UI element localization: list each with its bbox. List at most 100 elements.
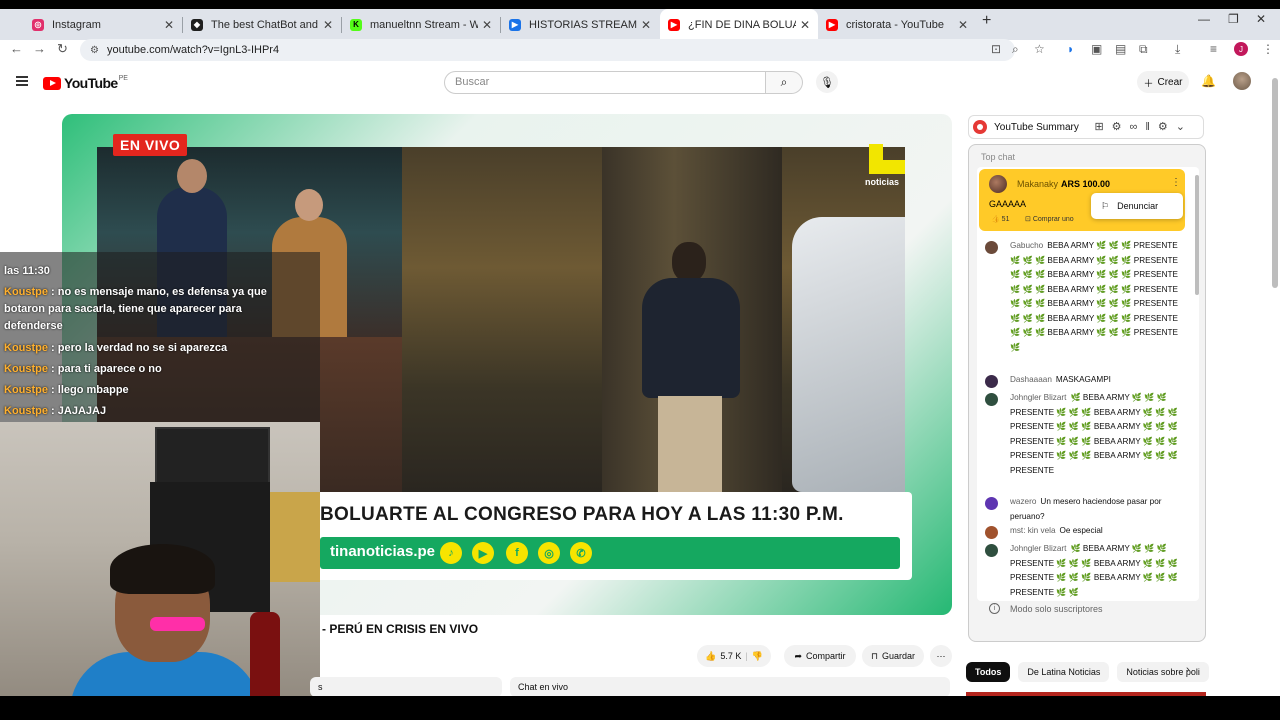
summary-tools[interactable]: ⊞⚙∞‖⚙⌄ bbox=[1094, 120, 1193, 133]
tab-historias[interactable]: ▶ HISTORIAS STREAM - Tu histor ✕ bbox=[501, 12, 659, 37]
close-tab-icon[interactable]: ✕ bbox=[164, 18, 174, 32]
search-input[interactable]: Buscar bbox=[444, 71, 766, 94]
report-label: Denunciar bbox=[1117, 201, 1159, 211]
tab-instagram[interactable]: ◎ Instagram ✕ bbox=[24, 12, 182, 37]
menu-kebab-icon[interactable]: ⋮ bbox=[1262, 42, 1274, 56]
menu-hamburger-icon[interactable] bbox=[16, 76, 28, 86]
download-icon[interactable]: ⤓ bbox=[1175, 42, 1180, 57]
thumbs-down-icon[interactable]: 👎 bbox=[752, 651, 763, 662]
chevron-right-icon[interactable]: › bbox=[1186, 664, 1190, 676]
avatar bbox=[985, 375, 998, 388]
more-actions-button[interactable]: ⋯ bbox=[930, 645, 952, 667]
live-chat-tab-label: Chat en vivo bbox=[518, 682, 569, 692]
summary-logo-icon bbox=[973, 120, 987, 134]
search-button[interactable]: ⌕ bbox=[766, 71, 803, 94]
chip-latina[interactable]: De Latina Noticias bbox=[1018, 662, 1110, 682]
close-window-icon[interactable]: ✕ bbox=[1256, 12, 1266, 26]
chip-todos[interactable]: Todos bbox=[966, 662, 1011, 682]
reload-icon[interactable]: ↻ bbox=[57, 41, 68, 57]
close-tab-icon[interactable]: ✕ bbox=[482, 18, 492, 32]
zoom-icon[interactable]: ⌕ bbox=[1012, 42, 1019, 57]
avatar bbox=[985, 241, 998, 254]
chat-message-list[interactable]: Makanaky ARS 100.00 GAAAAA 👍 51 ⊡ Compra… bbox=[977, 167, 1199, 601]
chat-text: BEBA ARMY 🌿 🌿 🌿 PRESENTE 🌿 🌿 🌿 BEBA ARMY… bbox=[1010, 241, 1178, 352]
headline-text: BOLUARTE AL CONGRESO PARA HOY A LAS 11:3… bbox=[320, 504, 844, 525]
site-text: tinanoticias.pe bbox=[330, 543, 436, 560]
description-tab[interactable]: s bbox=[310, 677, 502, 697]
tab-kick[interactable]: K manueltnn Stream - Watch Live ✕ bbox=[342, 12, 500, 37]
save-button[interactable]: ⊓ Guardar bbox=[862, 645, 924, 667]
notifications-bell-icon[interactable]: 🔔 bbox=[1201, 74, 1216, 88]
buy-button[interactable]: ⊡ Comprar uno bbox=[1025, 215, 1074, 223]
restore-icon[interactable]: ❐ bbox=[1228, 12, 1239, 26]
chat-author: mst: kin vela bbox=[1010, 526, 1056, 535]
report-menu-item[interactable]: ⚐ Denunciar bbox=[1091, 193, 1183, 219]
chat-message[interactable]: Gabucho BEBA ARMY 🌿 🌿 🌿 PRESENTE 🌿 🌿 🌿 BE… bbox=[985, 239, 1181, 355]
tab-chatbot[interactable]: ◆ The best ChatBot and Widgets ✕ bbox=[183, 12, 341, 37]
bookmark-icon: ⊓ bbox=[870, 650, 878, 661]
forward-icon[interactable]: → bbox=[33, 41, 46, 56]
back-icon[interactable]: ← bbox=[10, 41, 23, 56]
live-chat-tab[interactable]: Chat en vivo bbox=[510, 677, 950, 697]
share-button[interactable]: ➦ Compartir bbox=[784, 645, 856, 667]
extensions-puzzle-icon[interactable]: ⧉ bbox=[1139, 42, 1148, 57]
chat-message[interactable]: Johngler Blizart 🌿 BEBA ARMY 🌿 🌿 🌿 PRESEN… bbox=[985, 542, 1181, 600]
site-info-icon[interactable]: ⚙ bbox=[90, 45, 99, 56]
close-tab-icon[interactable]: ✕ bbox=[800, 18, 810, 32]
chat-message[interactable]: Johngler Blizart 🌿 BEBA ARMY 🌿 🌿 🌿 PRESEN… bbox=[985, 391, 1181, 478]
bookmark-star-icon[interactable]: ☆ bbox=[1034, 42, 1045, 56]
close-tab-icon[interactable]: ✕ bbox=[323, 18, 333, 32]
profile-avatar[interactable]: J bbox=[1234, 42, 1248, 56]
close-tab-icon[interactable]: ✕ bbox=[641, 18, 651, 32]
chat-author: Johngler Blizart bbox=[1010, 393, 1067, 402]
minimize-icon[interactable]: — bbox=[1198, 12, 1210, 26]
extension-icon[interactable]: ▤ bbox=[1115, 42, 1126, 56]
more-vertical-icon[interactable]: ⋮ bbox=[1171, 177, 1181, 188]
create-button[interactable]: ＋ Crear bbox=[1137, 71, 1189, 93]
chat-message[interactable]: Dashaaaan MASKAGAMPI bbox=[985, 373, 1181, 388]
subscriber-mode-text: Modo solo suscriptores bbox=[1010, 603, 1103, 614]
chat-message[interactable]: mst: kin vela Oe especial bbox=[985, 524, 1181, 539]
description-tab-label: s bbox=[318, 682, 323, 692]
new-tab-button[interactable]: + bbox=[982, 12, 991, 30]
social-strip: tinanoticias.pe ♪ ▶ f ◎ ✆ bbox=[320, 537, 900, 569]
like-dislike-group[interactable]: 👍 5.7 K | 👎 bbox=[697, 645, 771, 667]
meet-icon: ▶ bbox=[509, 18, 521, 31]
save-label: Guardar bbox=[882, 651, 916, 661]
overlay-chat-line: Koustpe : JAJAJAJ bbox=[4, 405, 107, 417]
youtube-summary-panel[interactable]: YouTube Summary ⊞⚙∞‖⚙⌄ bbox=[968, 115, 1204, 139]
facebook-icon: f bbox=[506, 542, 528, 564]
chat-message[interactable]: wazero Un mesero haciendose pasar por per… bbox=[985, 495, 1181, 524]
account-avatar[interactable] bbox=[1233, 72, 1251, 90]
stream-overlay-chat: las 11:30 Koustpe : no es mensaje mano, … bbox=[0, 252, 320, 422]
install-icon[interactable]: ⊡ bbox=[991, 42, 1001, 56]
tiktok-icon: ♪ bbox=[440, 542, 462, 564]
page-scrollbar[interactable] bbox=[1270, 64, 1280, 696]
chip-politics[interactable]: Noticias sobre poli bbox=[1117, 662, 1209, 682]
youtube-logo[interactable]: YouTube PE bbox=[43, 75, 128, 91]
tab-label: HISTORIAS STREAM - Tu histor bbox=[529, 18, 637, 31]
youtube-play-icon bbox=[43, 76, 61, 90]
chat-scrollbar[interactable] bbox=[1195, 175, 1199, 295]
avatar bbox=[985, 526, 998, 539]
super-chat-message[interactable]: Makanaky ARS 100.00 GAAAAA 👍 51 ⊡ Compra… bbox=[979, 169, 1185, 231]
address-bar[interactable]: ⚙ youtube.com/watch?v=IgnL3-IHPr4 bbox=[80, 39, 1015, 61]
voice-search-button[interactable]: 🎙 bbox=[816, 71, 838, 93]
tab-boluarte[interactable]: ▶ ¿FIN DE DINA BOLUARTE? - PE ✕ bbox=[660, 9, 818, 40]
thumbs-up-icon[interactable]: 👍 bbox=[705, 651, 716, 662]
close-tab-icon[interactable]: ✕ bbox=[958, 18, 968, 32]
overlay-chat-line: Koustpe : no es mensaje mano, es defensa… bbox=[4, 286, 267, 332]
chat-mode-selector[interactable]: Top chat bbox=[981, 152, 1015, 162]
avatar bbox=[985, 497, 998, 510]
tab-cristorata[interactable]: ▶ cristorata - YouTube ✕ bbox=[818, 12, 976, 37]
logo-text: YouTube bbox=[64, 75, 118, 91]
url-text: youtube.com/watch?v=IgnL3-IHPr4 bbox=[106, 44, 280, 56]
extension-icon[interactable]: ▣ bbox=[1091, 42, 1102, 56]
super-chat-likes[interactable]: 👍 51 bbox=[991, 215, 1009, 223]
like-count: 5.7 K bbox=[720, 651, 742, 661]
live-chat-panel: Top chat Makanaky ARS 100.00 GAAAAA 👍 51… bbox=[968, 144, 1206, 642]
share-icon: ➦ bbox=[794, 650, 803, 661]
overlay-chat-line: Koustpe : llego mbappe bbox=[4, 384, 129, 396]
media-icon[interactable]: ≡ bbox=[1210, 42, 1217, 56]
extension-icon[interactable]: ◗ bbox=[1067, 42, 1074, 56]
